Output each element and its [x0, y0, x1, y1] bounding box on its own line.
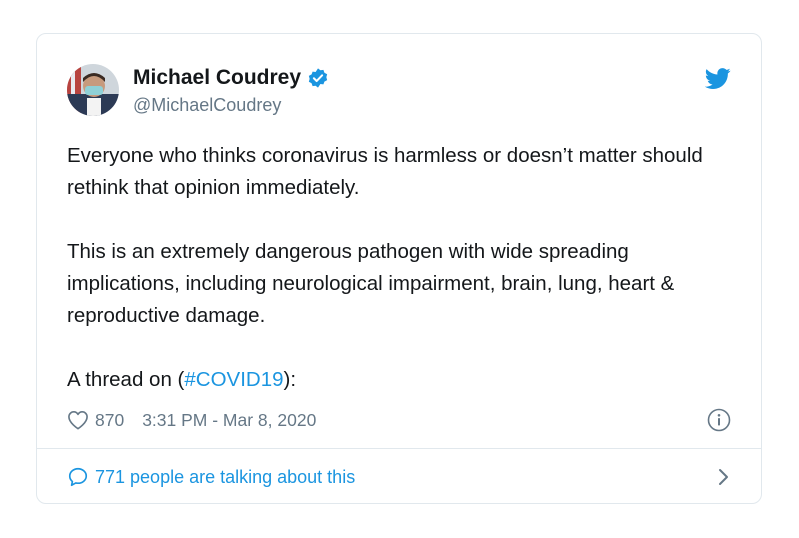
verified-badge-icon — [308, 68, 328, 88]
avatar[interactable] — [67, 64, 119, 116]
tweet-text: Everyone who thinks coronavirus is harml… — [67, 140, 737, 396]
author-name[interactable]: Michael Coudrey — [133, 66, 329, 90]
conversation-text[interactable]: 771 people are talking about this — [95, 467, 355, 488]
tweet-meta: 870 3:31 PM - Mar 8, 2020 — [67, 408, 316, 432]
author-name-text[interactable]: Michael Coudrey — [133, 66, 301, 90]
chevron-right-icon[interactable] — [717, 467, 731, 487]
hashtag-link[interactable]: #COVID19 — [184, 368, 283, 391]
like-count[interactable]: 870 — [95, 410, 124, 431]
thread-prefix: A thread on ( — [67, 368, 185, 391]
heart-icon[interactable] — [67, 410, 89, 430]
tweet-paragraph-1: Everyone who thinks coronavirus is harml… — [67, 144, 703, 199]
tweet-paragraph-3: A thread on (#COVID19): — [67, 364, 737, 396]
divider — [37, 448, 761, 449]
info-icon[interactable] — [707, 408, 731, 432]
thread-suffix: ): — [283, 368, 297, 391]
timestamp[interactable]: 3:31 PM - Mar 8, 2020 — [142, 410, 316, 431]
avatar-photo-icon — [67, 64, 119, 116]
tweet-card[interactable]: Michael Coudrey @MichaelCoudrey Everyone… — [36, 33, 762, 504]
tweet-paragraph-2: This is an extremely dangerous pathogen … — [67, 240, 675, 327]
author-handle[interactable]: @MichaelCoudrey — [133, 95, 281, 116]
twitter-bird-icon[interactable] — [705, 68, 731, 90]
conversation-link[interactable]: 771 people are talking about this — [67, 464, 731, 490]
comment-icon — [68, 467, 88, 487]
